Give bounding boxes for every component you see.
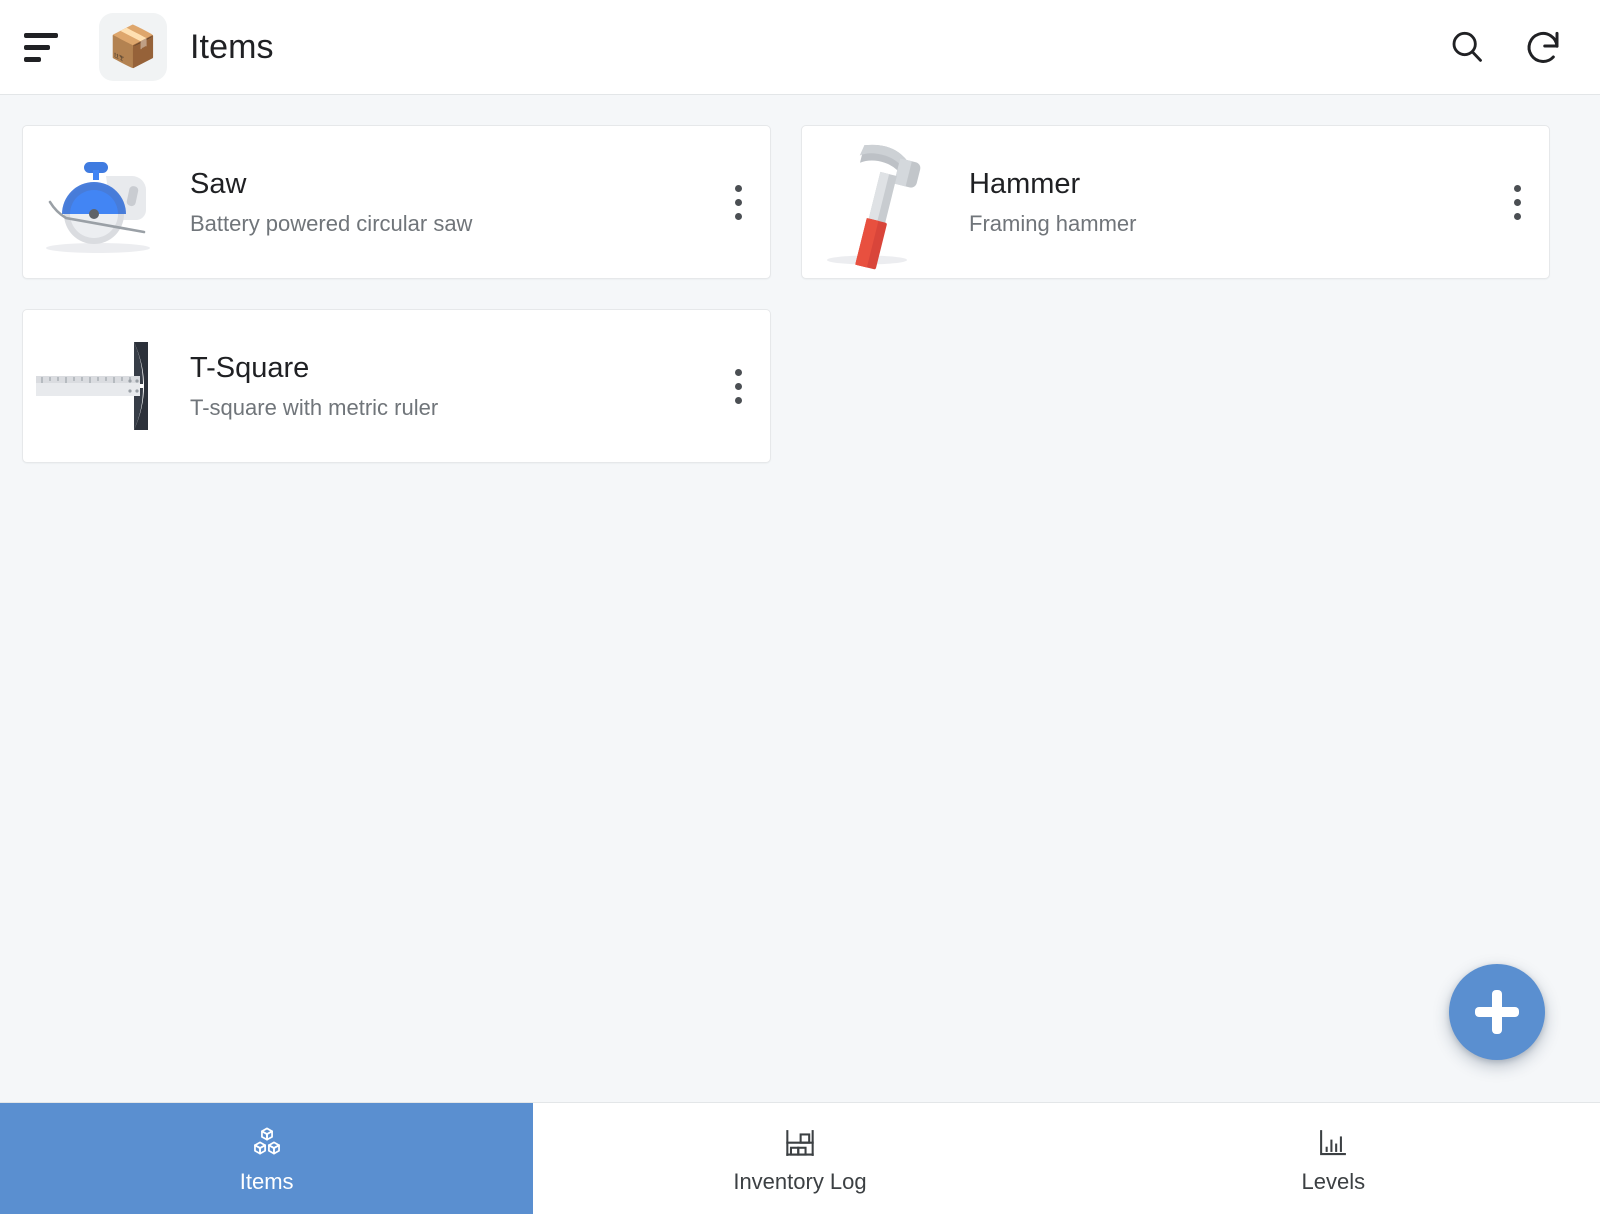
search-glyph bbox=[1452, 31, 1482, 62]
nav-label-items: Items bbox=[239, 1169, 294, 1194]
plus-icon-vertical bbox=[1492, 990, 1502, 1034]
menu-line-3 bbox=[24, 56, 41, 62]
item-text: Hammer Framing hammer bbox=[952, 167, 1549, 237]
shelf-icon bbox=[786, 1130, 814, 1156]
kebab-dot bbox=[1513, 184, 1521, 192]
item-title: Saw bbox=[190, 167, 247, 200]
more-options-icon[interactable] bbox=[714, 354, 762, 418]
more-options-icon[interactable] bbox=[1493, 170, 1541, 234]
refresh-icon[interactable] bbox=[1512, 16, 1574, 78]
kebab-dot bbox=[734, 382, 742, 390]
item-card-saw[interactable]: Saw Battery powered circular saw bbox=[22, 125, 771, 279]
menu-line-1 bbox=[24, 32, 58, 38]
item-title: Hammer bbox=[969, 167, 1081, 200]
t-square-glyph bbox=[36, 342, 148, 430]
bottom-navigation: Items Inventory Log Levels bbox=[0, 1102, 1600, 1214]
refresh-glyph bbox=[1527, 31, 1559, 63]
item-card-hammer[interactable]: Hammer Framing hammer bbox=[801, 125, 1550, 279]
kebab-dot bbox=[1513, 212, 1521, 220]
bar-chart-icon bbox=[1320, 1130, 1347, 1156]
app-root: 📦 Items Saw Battery powered circular saw… bbox=[0, 0, 1600, 1214]
page-title: Items bbox=[190, 27, 274, 66]
items-content: Saw Battery powered circular saw Hammer … bbox=[0, 95, 1600, 1102]
nav-label-inventory-log: Inventory Log bbox=[733, 1169, 867, 1194]
more-options-icon[interactable] bbox=[714, 170, 762, 234]
item-subtitle: T-square with metric ruler bbox=[190, 394, 439, 420]
circular-saw-glyph bbox=[46, 162, 150, 253]
item-title: T-Square bbox=[190, 351, 310, 384]
nav-tab-levels[interactable]: Levels bbox=[1067, 1103, 1600, 1214]
kebab-dot bbox=[1513, 198, 1521, 206]
item-card-t-square[interactable]: T-Square T-square with metric ruler bbox=[22, 309, 771, 463]
kebab-dot bbox=[734, 368, 742, 376]
package-icon: 📦 bbox=[99, 13, 167, 81]
item-subtitle: Battery powered circular saw bbox=[190, 210, 473, 236]
item-text: T-Square T-square with metric ruler bbox=[173, 351, 770, 421]
item-subtitle: Framing hammer bbox=[969, 210, 1137, 236]
items-grid: Saw Battery powered circular saw Hammer … bbox=[22, 125, 1578, 463]
hammer-glyph bbox=[827, 144, 921, 270]
nav-tab-inventory-log[interactable]: Inventory Log bbox=[533, 1103, 1066, 1214]
t-square-icon bbox=[23, 311, 173, 461]
search-icon[interactable] bbox=[1436, 16, 1498, 78]
item-text: Saw Battery powered circular saw bbox=[173, 167, 770, 237]
kebab-dot bbox=[734, 396, 742, 404]
circular-saw-icon bbox=[23, 127, 173, 277]
menu-line-2 bbox=[24, 44, 50, 50]
nav-tab-items[interactable]: Items bbox=[0, 1103, 534, 1214]
kebab-dot bbox=[734, 184, 742, 192]
kebab-dot bbox=[734, 212, 742, 220]
kebab-dot bbox=[734, 198, 742, 206]
app-bar: 📦 Items bbox=[0, 0, 1600, 95]
cubes-icon bbox=[253, 1127, 280, 1155]
hammer-icon bbox=[802, 127, 952, 277]
short-menu-icon[interactable] bbox=[18, 20, 72, 74]
add-item-fab[interactable] bbox=[1449, 964, 1545, 1060]
nav-label-levels: Levels bbox=[1301, 1169, 1366, 1194]
